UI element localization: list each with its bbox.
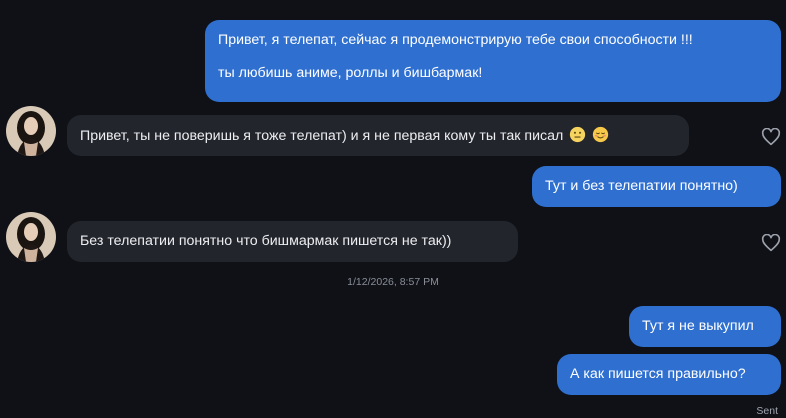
avatar[interactable] [6, 212, 56, 262]
message-incoming[interactable]: Привет, ты не поверишь я тоже телепат) и… [67, 115, 689, 156]
neutral-face-emoji [570, 126, 586, 143]
message-text: Без телепатии понятно что бишмармак пише… [80, 233, 452, 249]
avatar-image [6, 212, 56, 262]
message-incoming[interactable]: Без телепатии понятно что бишмармак пише… [67, 221, 518, 262]
message-timestamp: 1/12/2026, 8:57 PM [347, 276, 439, 288]
message-text: Тут и без телепатии понятно) [545, 178, 738, 194]
message-text: Привет, я телепат, сейчас я продемонстри… [218, 32, 693, 48]
delivery-status: Sent [756, 405, 778, 417]
message-outgoing[interactable]: Тут и без телепатии понятно) [532, 166, 781, 207]
message-outgoing[interactable]: А как пишется правильно? [557, 354, 781, 395]
relieved-face-emoji [593, 126, 609, 143]
message-text: ты любишь аниме, роллы и бишбармак! [218, 65, 483, 81]
heart-icon[interactable] [761, 234, 781, 252]
message-text: Тут я не выкупил [642, 318, 754, 334]
message-outgoing[interactable]: Привет, я телепат, сейчас я продемонстри… [205, 20, 781, 102]
heart-icon[interactable] [761, 128, 781, 146]
message-text: Привет, ты не поверишь я тоже телепат) и… [80, 128, 564, 144]
message-text: А как пишется правильно? [570, 366, 746, 382]
avatar[interactable] [6, 106, 56, 156]
avatar-image [6, 106, 56, 156]
message-outgoing[interactable]: Тут я не выкупил [629, 306, 781, 347]
